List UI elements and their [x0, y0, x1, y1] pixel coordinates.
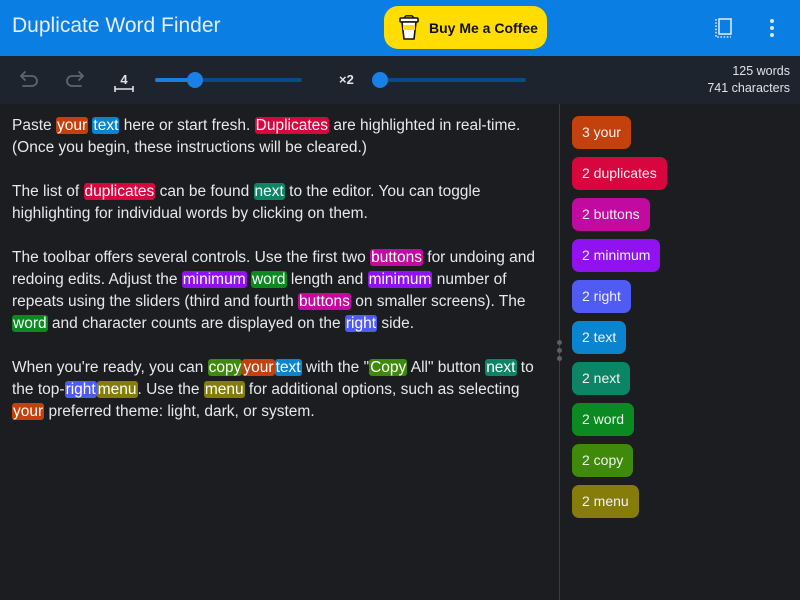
- highlighted-word[interactable]: minimum: [181, 271, 247, 288]
- character-count: 741 characters: [707, 81, 790, 95]
- text-segment: on smaller screens). The: [350, 293, 526, 310]
- highlighted-word[interactable]: right: [64, 381, 97, 398]
- text-segment: Paste: [12, 117, 56, 134]
- buy-me-a-coffee-label: Buy Me a Coffee: [429, 19, 538, 36]
- duplicate-chip[interactable]: 2 copy: [572, 444, 634, 477]
- highlighted-word[interactable]: your: [55, 117, 89, 134]
- duplicates-list: 3 your 2 duplicates 2 buttons 2 minimum 2 ri…: [572, 116, 667, 526]
- highlighted-word[interactable]: next: [253, 183, 285, 200]
- min-word-length-slider-thumb[interactable]: [186, 72, 203, 88]
- app-title: Duplicate Word Finder: [12, 14, 221, 37]
- text-segment: for additional options, such as selectin…: [244, 381, 520, 398]
- duplicate-chip[interactable]: 2 buttons: [572, 198, 650, 231]
- duplicate-row: 2 duplicates: [572, 157, 667, 198]
- editor-paragraph: Paste your text here or start fresh. Dup…: [12, 115, 547, 159]
- min-word-length-slider[interactable]: [155, 72, 302, 88]
- duplicate-chip[interactable]: 2 minimum: [572, 239, 661, 272]
- text-segment: All" button: [407, 359, 486, 376]
- duplicate-row: 3 your: [572, 116, 667, 157]
- duplicate-row: 2 copy: [572, 444, 667, 485]
- duplicate-chip[interactable]: 2 right: [572, 280, 631, 313]
- text-segment: with the ": [301, 359, 370, 376]
- text-segment: side.: [377, 315, 415, 332]
- highlighted-word[interactable]: next: [485, 359, 517, 376]
- highlighted-word[interactable]: your: [242, 359, 275, 376]
- highlighted-word[interactable]: word: [250, 271, 287, 288]
- highlighted-word[interactable]: buttons: [298, 293, 351, 310]
- highlighted-word[interactable]: Copy: [369, 359, 408, 376]
- highlighted-word[interactable]: text: [92, 117, 120, 134]
- text-segment: . Use the: [137, 381, 204, 398]
- text-segment: The list of: [12, 183, 84, 200]
- app-header: Duplicate Word Finder Buy Me a Coffee: [0, 0, 800, 56]
- duplicate-row: 2 buttons: [572, 198, 667, 239]
- text-editor[interactable]: Paste your text here or start fresh. Dup…: [0, 104, 559, 600]
- word-length-icon: [114, 86, 134, 92]
- more-vert-icon[interactable]: [760, 16, 784, 40]
- duplicate-chip[interactable]: 2 next: [572, 362, 631, 395]
- text-segment: here or start fresh.: [119, 117, 255, 134]
- min-repeats-slider-thumb[interactable]: [372, 72, 388, 88]
- duplicate-row: 2 menu: [572, 485, 667, 526]
- resize-handle[interactable]: [555, 340, 564, 364]
- highlighted-word[interactable]: word: [12, 315, 48, 332]
- editor-paragraph: When you're ready, you can copy your text …: [12, 357, 547, 423]
- text-segment: The toolbar offers several controls. Use…: [12, 249, 371, 266]
- undo-icon[interactable]: [18, 68, 40, 90]
- highlighted-word[interactable]: menu: [96, 381, 138, 398]
- duplicate-row: 2 right: [572, 280, 667, 321]
- highlighted-word[interactable]: right: [344, 315, 378, 332]
- highlighted-word[interactable]: Duplicates: [254, 117, 330, 134]
- duplicate-chip[interactable]: 3 your: [572, 116, 631, 149]
- text-segment: and character counts are displayed on th…: [47, 315, 345, 332]
- duplicate-row: 2 word: [572, 403, 667, 444]
- text-segment: When you're ready, you can: [12, 359, 208, 376]
- highlighted-word[interactable]: duplicates: [83, 183, 156, 200]
- text-segment: preferred theme: light, dark, or system.: [44, 403, 315, 420]
- highlighted-word[interactable]: your: [12, 403, 45, 420]
- highlighted-word[interactable]: minimum: [367, 271, 433, 288]
- duplicate-row: 2 minimum: [572, 239, 667, 280]
- text-segment: can be found: [155, 183, 254, 200]
- highlighted-word[interactable]: buttons: [370, 249, 423, 266]
- highlighted-word[interactable]: menu: [203, 381, 245, 398]
- duplicate-chip[interactable]: 2 word: [572, 403, 635, 436]
- min-repeats-slider[interactable]: [372, 72, 526, 88]
- coffee-cup-icon: [399, 14, 419, 40]
- text-segment: length and: [286, 271, 368, 288]
- sidebar-toggle-icon[interactable]: [712, 16, 736, 40]
- editor-paragraph: The list of duplicates can be found next…: [12, 181, 547, 225]
- duplicate-row: 2 next: [572, 362, 667, 403]
- highlighted-word[interactable]: text: [274, 359, 302, 376]
- min-repeats-value: ×2: [339, 72, 354, 87]
- word-count: 125 words: [732, 64, 790, 78]
- min-word-length-value: 4: [120, 72, 128, 87]
- duplicate-chip[interactable]: 2 text: [572, 321, 627, 354]
- duplicate-chip[interactable]: 2 menu: [572, 485, 639, 518]
- buy-me-a-coffee-button[interactable]: Buy Me a Coffee: [384, 6, 547, 49]
- redo-icon[interactable]: [64, 68, 86, 90]
- duplicate-chip[interactable]: 2 duplicates: [572, 157, 667, 190]
- highlighted-word[interactable]: copy: [207, 359, 243, 376]
- duplicate-row: 2 text: [572, 321, 667, 362]
- editor-paragraph: The toolbar offers several controls. Use…: [12, 247, 547, 335]
- text-stats: 125 words 741 characters: [707, 63, 790, 97]
